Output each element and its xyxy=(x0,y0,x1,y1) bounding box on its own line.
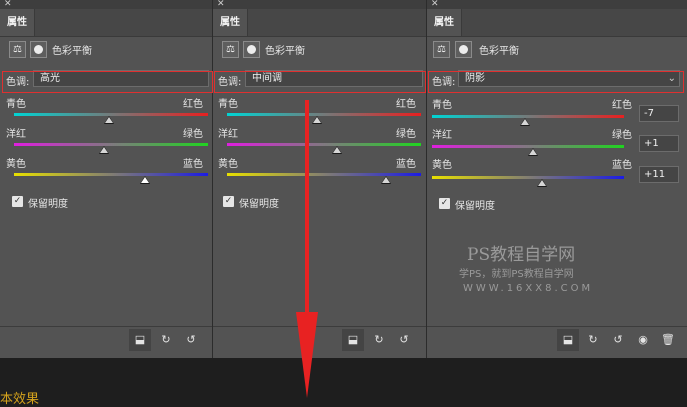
bottom-caption: 本效果 xyxy=(0,392,40,407)
red-arrow-annotation xyxy=(296,100,318,398)
